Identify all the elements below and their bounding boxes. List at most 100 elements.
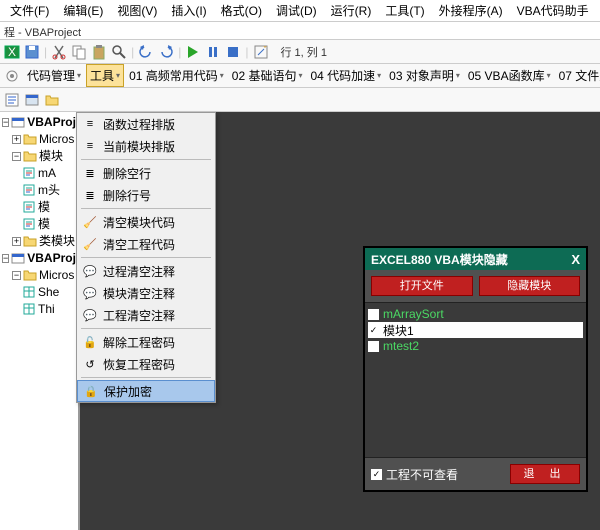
checkbox-icon[interactable]: ✓	[371, 469, 382, 480]
ms-office-folder[interactable]: +Micros	[2, 131, 76, 147]
list-item[interactable]: mtest2	[368, 338, 583, 354]
open-file-button[interactable]: 打开文件	[371, 276, 473, 296]
project-root[interactable]: −VBAProje	[2, 114, 76, 130]
design-icon[interactable]	[253, 44, 269, 60]
hide-module-button[interactable]: 隐藏模块	[479, 276, 581, 296]
menu-tools[interactable]: 工具(T)	[379, 0, 430, 21]
list-item[interactable]: ✓模块1	[368, 322, 583, 338]
tb-tools[interactable]: 工具▾	[86, 64, 124, 87]
excel-icon[interactable]: X	[4, 44, 20, 60]
menu-clear-project[interactable]: 🧹清空工程代码	[77, 233, 215, 255]
lines-icon: ≣	[81, 167, 99, 180]
dialog-title: EXCEL880 VBA模块隐藏	[371, 251, 508, 268]
menu-addins[interactable]: 外接程序(A)	[433, 0, 509, 21]
broom-icon: 🧹	[81, 216, 99, 229]
menu-separator	[81, 208, 211, 209]
menu-file[interactable]: 文件(F)	[4, 0, 55, 21]
tb-04[interactable]: 04 代码加速▾	[307, 65, 384, 86]
project-lock-checkbox[interactable]: ✓工程不可查看	[371, 466, 458, 483]
stop-icon[interactable]	[225, 44, 241, 60]
tools-dropdown: ≡函数过程排版 ≡当前模块排版 ≣删除空行 ≣删除行号 🧹清空模块代码 🧹清空工…	[76, 112, 216, 403]
collapse-icon[interactable]: −	[2, 254, 9, 263]
broom-icon: 🧹	[81, 238, 99, 251]
tb-03[interactable]: 03 对象声明▾	[386, 65, 463, 86]
comment-icon: 💬	[81, 309, 99, 322]
menu-remove-lineno[interactable]: ≣删除行号	[77, 184, 215, 206]
exit-button[interactable]: 退 出	[510, 464, 580, 484]
menu-restore-password[interactable]: ↺恢复工程密码	[77, 353, 215, 375]
close-icon[interactable]: X	[571, 252, 580, 267]
view-code-icon[interactable]	[4, 92, 20, 108]
menu-clear-proc-comment[interactable]: 💬过程清空注释	[77, 260, 215, 282]
document-title: 程 - VBAProject	[0, 22, 600, 40]
sort-icon: ≡	[81, 118, 99, 130]
folder-icon[interactable]	[44, 92, 60, 108]
menu-separator	[81, 159, 211, 160]
menu-run[interactable]: 运行(R)	[325, 0, 378, 21]
checkbox-icon[interactable]: ✓	[368, 325, 379, 336]
checkbox-icon[interactable]	[368, 309, 379, 320]
comment-icon: 💬	[81, 265, 99, 278]
pause-icon[interactable]	[205, 44, 221, 60]
menu-clear-module[interactable]: 🧹清空模块代码	[77, 211, 215, 233]
menubar: 文件(F) 编辑(E) 视图(V) 插入(I) 格式(O) 调试(D) 运行(R…	[0, 0, 600, 22]
menu-clear-proj-comment[interactable]: 💬工程清空注释	[77, 304, 215, 326]
tb-code-manage[interactable]: 代码管理▾	[24, 65, 84, 86]
collapse-icon[interactable]: −	[2, 118, 9, 127]
tb-05[interactable]: 05 VBA函数库▾	[465, 65, 554, 86]
undo-icon[interactable]	[138, 44, 154, 60]
module-list[interactable]: mArraySort ✓模块1 mtest2	[365, 303, 586, 457]
lines-icon: ≣	[81, 189, 99, 202]
menu-vba-helper[interactable]: VBA代码助手	[511, 0, 595, 21]
standard-toolbar: X | | | | 行 1, 列 1	[0, 40, 600, 64]
module-hide-dialog: EXCEL880 VBA模块隐藏 X 打开文件 隐藏模块 mArraySort …	[363, 246, 588, 492]
copy-icon[interactable]	[71, 44, 87, 60]
menu-module-format[interactable]: ≡当前模块排版	[77, 135, 215, 157]
menu-edit[interactable]: 编辑(E)	[57, 0, 109, 21]
menu-protect-encrypt[interactable]: 🔒保护加密	[77, 380, 215, 402]
checkbox-icon[interactable]	[368, 341, 379, 352]
sheet-item[interactable]: She	[2, 284, 76, 300]
recover-icon: ↺	[81, 358, 99, 371]
tb-02[interactable]: 02 基础语句▾	[229, 65, 306, 86]
list-item[interactable]: mArraySort	[368, 306, 583, 322]
menu-func-format[interactable]: ≡函数过程排版	[77, 113, 215, 135]
tb-07[interactable]: 07 文件处	[556, 65, 600, 86]
project-toolbar	[0, 88, 600, 112]
tb-gear-icon[interactable]	[2, 67, 22, 85]
comment-icon: 💬	[81, 287, 99, 300]
svg-text:X: X	[8, 45, 16, 59]
module-item[interactable]: m头	[2, 182, 76, 198]
find-icon[interactable]	[111, 44, 127, 60]
menu-view[interactable]: 视图(V)	[111, 0, 163, 21]
ms-office-folder[interactable]: −Micros	[2, 267, 76, 283]
run-icon[interactable]	[185, 44, 201, 60]
menu-clear-mod-comment[interactable]: 💬模块清空注释	[77, 282, 215, 304]
tb-01[interactable]: 01 高频常用代码▾	[126, 65, 227, 86]
menu-remove-blank[interactable]: ≣删除空行	[77, 162, 215, 184]
code-toolbar: 代码管理▾ 工具▾ 01 高频常用代码▾ 02 基础语句▾ 04 代码加速▾ 0…	[0, 64, 600, 88]
cut-icon[interactable]	[51, 44, 67, 60]
module-item[interactable]: 模	[2, 216, 76, 232]
thisworkbook-item[interactable]: Thi	[2, 301, 76, 317]
collapse-icon[interactable]: −	[12, 271, 21, 280]
module-item[interactable]: mA	[2, 165, 76, 181]
class-modules-folder[interactable]: +类模块	[2, 233, 76, 249]
unlock-icon: 🔓	[81, 336, 99, 349]
save-icon[interactable]	[24, 44, 40, 60]
menu-insert[interactable]: 插入(I)	[165, 0, 212, 21]
menu-separator	[81, 328, 211, 329]
paste-icon[interactable]	[91, 44, 107, 60]
module-item[interactable]: 模	[2, 199, 76, 215]
menu-debug[interactable]: 调试(D)	[270, 0, 323, 21]
dialog-titlebar[interactable]: EXCEL880 VBA模块隐藏 X	[365, 248, 586, 270]
modules-folder[interactable]: −模块	[2, 148, 76, 164]
menu-remove-password[interactable]: 🔓解除工程密码	[77, 331, 215, 353]
collapse-icon[interactable]: −	[12, 152, 21, 161]
menu-format[interactable]: 格式(O)	[215, 0, 268, 21]
expand-icon[interactable]: +	[12, 135, 21, 144]
view-object-icon[interactable]	[24, 92, 40, 108]
redo-icon[interactable]	[158, 44, 174, 60]
expand-icon[interactable]: +	[12, 237, 21, 246]
project-root[interactable]: −VBAProje	[2, 250, 76, 266]
